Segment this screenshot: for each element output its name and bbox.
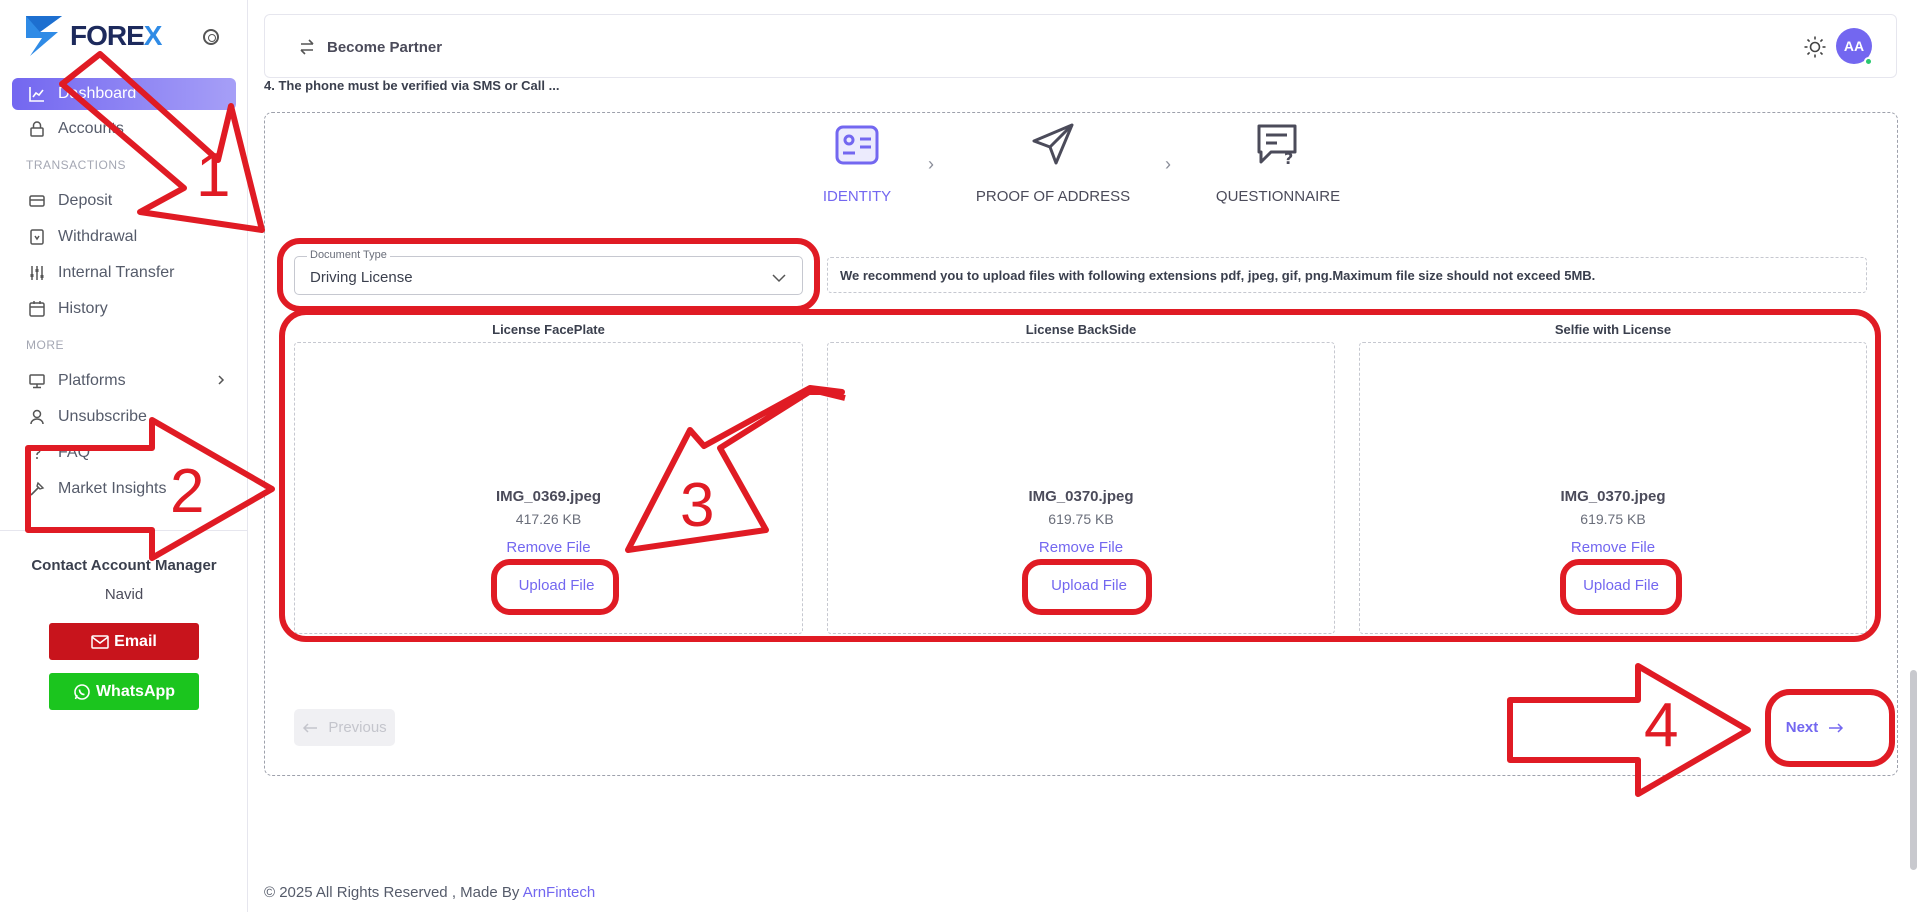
user-icon [28,408,46,426]
footer-text: © 2025 All Rights Reserved , Made By [264,884,523,901]
logo-text: FOREX [70,20,162,51]
sidebar-item-label: Unsubscribe [58,408,147,425]
sidebar-item-label: Platforms [58,372,126,389]
remove-file-link[interactable]: Remove File [1360,539,1866,556]
whatsapp-button[interactable]: WhatsApp [49,673,199,710]
file-size: 417.26 KB [515,511,582,527]
mail-icon [91,634,109,649]
sun-icon [1804,36,1826,58]
swap-arrows-icon [300,39,314,55]
upload-file-button[interactable]: Upload File [1039,568,1139,602]
file-name: IMG_0370.jpeg [1560,488,1666,505]
sidebar-item-label: Market Insights [58,480,167,497]
sliders-icon [28,264,46,282]
theme-toggle[interactable] [1803,35,1827,64]
document-type-select[interactable]: Document Type Driving License [294,249,803,295]
document-type-label: Document Type [307,249,390,261]
upload-file-button[interactable]: Upload File [506,568,607,602]
step-questionnaire[interactable]: QUESTIONNAIRE [1210,188,1346,205]
file-name: IMG_0369.jpeg [495,488,602,505]
contact-title: Contact Account Manager [31,557,217,574]
become-partner-link[interactable]: Become Partner [297,37,442,57]
phone-verification-note: 4. The phone must be verified via SMS or… [264,78,560,93]
next-button[interactable]: Next [1772,709,1858,746]
annotation-number-3: 3 [680,471,715,540]
svg-text:?: ? [1284,149,1293,168]
email-button-label: Email [114,632,157,650]
sidebar-item-platforms[interactable]: Platforms [12,365,236,397]
upload-dropzone[interactable]: IMG_0370.jpeg 619.75 KB Remove File Uplo… [1359,342,1867,634]
sidebar-item-label: Deposit [58,192,113,209]
sidebar-item-history[interactable]: History [12,293,236,325]
sidebar: FOREX Dashboard Accounts TRANSACTIONS De… [0,0,248,912]
remove-file-link[interactable]: Remove File [295,539,802,556]
document-type-value: Driving License [310,269,413,286]
file-recommendation-note: We recommend you to upload files with fo… [827,257,1867,293]
footer-link[interactable]: ArnFintech [523,884,596,901]
previous-button[interactable]: Previous [294,709,395,746]
tool-icon [28,480,46,498]
email-button[interactable]: Email [49,623,199,660]
annotation-number-2: 2 [170,457,205,526]
upload-file-button[interactable]: Upload File [1571,568,1671,602]
annotation-number-1: 1 [196,141,231,210]
upload-dropzone[interactable]: IMG_0370.jpeg 619.75 KB Remove File Uplo… [827,342,1335,634]
sidebar-item-label: FAQ [58,444,91,461]
previous-label: Previous [328,719,387,736]
sidebar-item-internal-transfer[interactable]: Internal Transfer [12,257,236,289]
sidebar-item-label: History [58,300,108,317]
footer: © 2025 All Rights Reserved , Made By Arn… [264,884,595,901]
remove-file-link[interactable]: Remove File [828,539,1334,556]
arrow-right-icon [1829,722,1844,733]
step-chevron-icon: › [1165,154,1171,174]
lock-icon [28,120,46,138]
logo[interactable]: FOREX [24,14,162,58]
sidebar-item-withdrawal[interactable]: Withdrawal [12,221,236,253]
file-size: 619.75 KB [1048,511,1114,527]
chevron-down-icon [772,270,786,288]
sidebar-item-unsubscribe[interactable]: Unsubscribe [12,401,236,433]
step-chevron-icon: › [928,154,934,174]
become-partner-label: Become Partner [327,38,443,56]
section-label-more: MORE [26,338,64,352]
chat-question-icon: ? [1255,122,1301,173]
file-size: 619.75 KB [1580,511,1646,527]
step-identity[interactable]: IDENTITY [800,188,914,205]
monitor-icon [28,372,46,390]
next-label: Next [1785,719,1819,736]
logo-icon [26,16,62,56]
upload-title: License BackSide [1025,322,1137,337]
sidebar-collapse-toggle[interactable] [203,29,219,45]
online-status-dot [1864,57,1873,66]
step-proof-of-address[interactable]: PROOF OF ADDRESS [970,188,1136,205]
sidebar-item-label: Dashboard [58,85,137,102]
topbar: Become Partner [264,14,1897,78]
contact-account-manager: Contact Account Manager Navid Email What… [0,530,248,710]
whatsapp-button-label: WhatsApp [95,682,176,700]
annotation-number-4: 4 [1644,691,1679,760]
card-icon [28,192,46,210]
section-label-transactions: TRANSACTIONS [26,158,127,172]
scrollbar-thumb[interactable] [1910,670,1917,870]
sidebar-item-label: Withdrawal [58,228,138,245]
chart-icon [28,85,46,103]
contact-name: Navid [104,586,144,603]
whatsapp-icon [74,683,90,700]
id-card-icon [835,123,879,172]
file-name: IMG_0370.jpeg [1028,488,1134,505]
upload-dropzone[interactable]: IMG_0369.jpeg 417.26 KB Remove File Uplo… [294,342,803,634]
upload-title: License FacePlate [492,322,605,337]
sidebar-item-label: Internal Transfer [58,264,175,281]
sidebar-item-dashboard[interactable]: Dashboard [12,78,236,110]
sidebar-item-label: Accounts [58,120,124,137]
question-icon [28,444,46,462]
arrow-left-icon [303,722,318,733]
send-icon [1030,121,1076,172]
chevron-right-icon [214,373,228,392]
calendar-icon [28,300,46,318]
upload-title: Selfie with License [1554,322,1672,337]
withdraw-icon [28,228,46,246]
